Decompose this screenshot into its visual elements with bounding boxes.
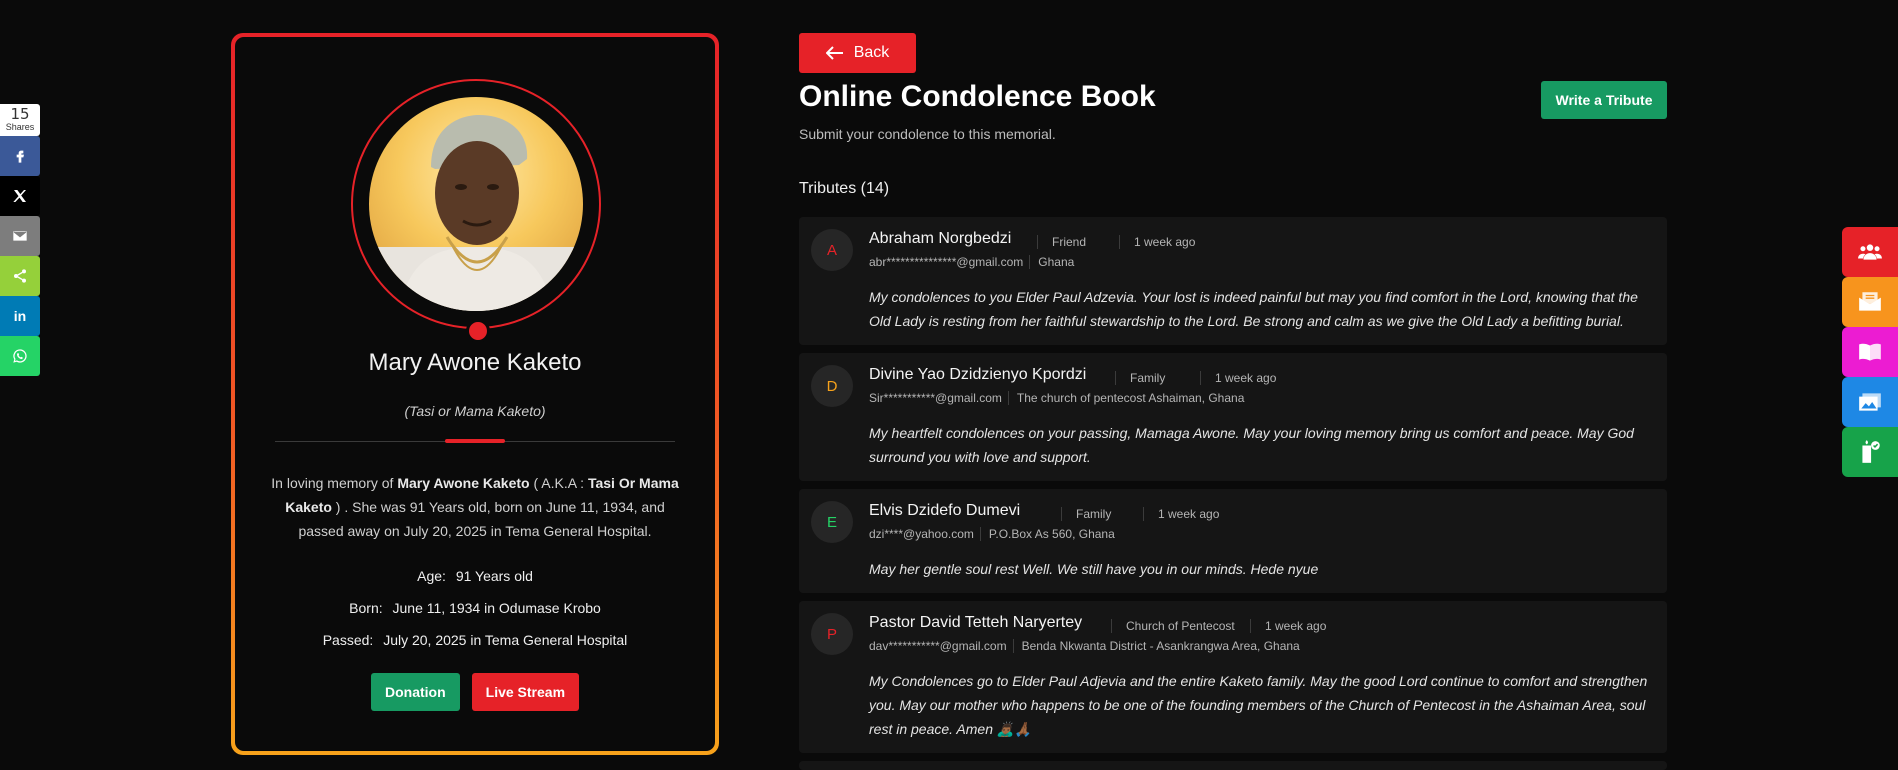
profile-card-inner: Mary Awone Kaketo (Tasi or Mama Kaketo) … [235,37,715,751]
share-sidebar: 15 Shares in [0,104,40,376]
avatar: A [811,229,853,271]
tribute-time: 1 week ago [1250,619,1326,633]
fact-passed: Passed: July 20, 2025 in Tema General Ho… [235,632,715,648]
profile-actions: Donation Live Stream [235,673,715,711]
avatar: P [811,613,853,655]
bio-part: ) . She was 91 Years old, born on June 1… [298,499,665,539]
share-email-button[interactable] [0,216,40,256]
facebook-icon [16,150,24,163]
share-x-button[interactable] [0,176,40,216]
tributes-heading: Tributes (14) [799,180,890,197]
tribute-contact: dzi****@yahoo.com P.O.Box As 560, Ghana [869,527,1115,541]
bio-name: Mary Awone Kaketo [397,475,530,491]
tribute-email: abr***************@gmail.com [869,255,1024,269]
photo-ring [351,79,601,343]
tribute-email: dav***********@gmail.com [869,639,1007,653]
fact-age-label: Age: [417,568,446,584]
deceased-name: Mary Awone Kaketo [368,349,582,376]
deceased-photo [369,97,583,311]
tribute-time: 1 week ago [1200,371,1276,385]
share-whatsapp-button[interactable] [0,336,40,376]
tribute-location: Benda Nkwanta District - Asankrangwa Are… [1012,639,1300,653]
tribute-relation: Family [1061,507,1111,521]
page-title: Online Condolence Book [799,80,1156,113]
people-group-icon [1858,244,1882,260]
tribute-card: A Abraham Norgbedzi Friend 1 week ago ab… [799,217,1667,345]
share-count: 15 Shares [0,104,40,136]
linkedin-icon: in [13,308,27,324]
memorial-candle-button[interactable] [1842,427,1898,477]
share-icon [14,269,26,283]
tribute-email: dzi****@yahoo.com [869,527,974,541]
tribute-message: May her gentle soul rest Well. We still … [869,561,1319,577]
tribute-message: My heartfelt condolences on your passing… [869,425,1634,465]
donation-button[interactable]: Donation [370,673,460,711]
tribute-location: Ghana [1029,255,1075,269]
book-icon [1859,343,1881,361]
tribute-relation: Friend [1037,235,1086,249]
tribute-contact: dav***********@gmail.com Benda Nkwanta Di… [869,639,1300,653]
profile-divider-accent [445,439,505,443]
share-generic-button[interactable] [0,256,40,296]
email-icon [13,231,27,241]
candle-icon [1862,440,1880,463]
messages-button[interactable] [1842,277,1898,327]
tribute-relation: Family [1115,371,1165,385]
profile-card: Mary Awone Kaketo (Tasi or Mama Kaketo) … [231,33,719,755]
tribute-author: Pastor David Tetteh Naryertey [869,614,1083,631]
family-members-button[interactable] [1842,227,1898,277]
bio-text: In loving memory of Mary Awone Kaketo ( … [265,471,685,543]
envelope-icon [1859,292,1881,311]
condolence-book-button[interactable] [1842,327,1898,377]
arrow-left-icon [825,46,843,60]
tribute-location: The church of pentecost Ashaiman, Ghana [1007,391,1245,405]
fact-age-value: 91 Years old [455,568,533,584]
fact-passed-value: July 20, 2025 in Tema General Hospital [383,632,628,648]
tribute-time: 1 week ago [1119,235,1195,249]
tribute-card: E Elvis Dzidefo Dumevi Family 1 week ago… [799,489,1667,593]
fact-passed-label: Passed: [322,632,374,648]
tribute-card: D Divine Yao Dzidzienyo Kpordzi Family 1… [799,353,1667,481]
fact-born-value: June 11, 1934 in Odumase Krobo [392,600,601,616]
bio-part: In loving memory of [271,475,398,491]
tribute-contact: Sir***********@gmail.com The church of pe… [869,391,1245,405]
tribute-relation: Church of Pentecost [1111,619,1235,633]
tribute-author: Elvis Dzidefo Dumevi [869,502,1021,519]
fact-born: Born: June 11, 1934 in Odumase Krobo [235,600,715,616]
tribute-location: P.O.Box As 560, Ghana [979,527,1115,541]
avatar: D [811,365,853,407]
write-tribute-button[interactable]: Write a Tribute [1541,81,1667,119]
floating-menu [1842,227,1898,477]
avatar: E [811,501,853,543]
fact-age: Age: 91 Years old [235,568,715,584]
tribute-card [799,761,1667,770]
back-button[interactable]: Back [799,33,916,73]
page-subtitle: Submit your condolence to this memorial. [799,126,1056,142]
ring-dot [466,319,490,343]
share-linkedin-button[interactable]: in [0,296,40,336]
whatsapp-icon [13,349,27,363]
tribute-time: 1 week ago [1143,507,1219,521]
tribute-contact: abr***************@gmail.com Ghana [869,255,1075,269]
x-icon [13,190,26,202]
photo-gallery-button[interactable] [1842,377,1898,427]
deceased-alias: (Tasi or Mama Kaketo) [404,403,546,419]
share-count-number: 15 [10,105,30,123]
bio-part: ( A.K.A : [529,475,588,491]
tribute-author: Divine Yao Dzidzienyo Kpordzi [869,366,1087,383]
share-facebook-button[interactable] [0,136,40,176]
tribute-message: My Condolences go to Elder Paul Adjevia … [869,673,1648,737]
share-count-label: Shares [5,122,35,132]
tribute-card: P Pastor David Tetteh Naryertey Church o… [799,601,1667,753]
tribute-message: My condolences to you Elder Paul Adzevia… [869,289,1638,329]
tribute-author: Abraham Norgbedzi [869,230,1012,247]
fact-born-label: Born: [349,600,383,616]
tribute-email: Sir***********@gmail.com [869,391,1002,405]
photos-icon [1859,393,1881,411]
live-stream-button[interactable]: Live Stream [471,673,580,711]
back-button-label: Back [853,44,890,61]
